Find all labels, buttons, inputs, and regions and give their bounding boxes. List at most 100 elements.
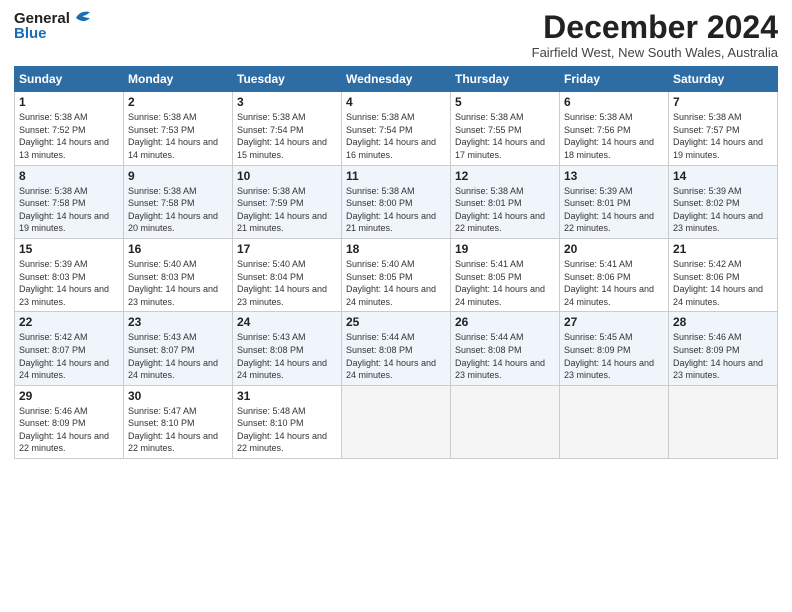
- day-number: 20: [564, 242, 664, 256]
- day-number: 22: [19, 315, 119, 329]
- day-info: Sunrise: 5:48 AMSunset: 8:10 PMDaylight:…: [237, 406, 327, 454]
- day-info: Sunrise: 5:45 AMSunset: 8:09 PMDaylight:…: [564, 332, 654, 380]
- day-number: 7: [673, 95, 773, 109]
- calendar-week-row: 1 Sunrise: 5:38 AMSunset: 7:52 PMDaylight…: [15, 92, 778, 165]
- table-row: 30Sunrise: 5:47 AMSunset: 8:10 PMDayligh…: [124, 385, 233, 458]
- day-info: Sunrise: 5:38 AMSunset: 7:54 PMDaylight:…: [346, 112, 436, 160]
- day-number: 16: [128, 242, 228, 256]
- day-info: Sunrise: 5:38 AMSunset: 7:58 PMDaylight:…: [128, 186, 218, 234]
- day-info: Sunrise: 5:41 AMSunset: 8:05 PMDaylight:…: [455, 259, 545, 307]
- table-row: 19Sunrise: 5:41 AMSunset: 8:05 PMDayligh…: [451, 238, 560, 311]
- day-number: 1: [19, 95, 119, 109]
- table-row: 1 Sunrise: 5:38 AMSunset: 7:52 PMDaylight…: [15, 92, 124, 165]
- table-row: 10 Sunrise: 5:38 AMSunset: 7:59 PMDayligh…: [233, 165, 342, 238]
- table-row: 2Sunrise: 5:38 AMSunset: 7:53 PMDaylight…: [124, 92, 233, 165]
- day-number: 6: [564, 95, 664, 109]
- table-row: 4Sunrise: 5:38 AMSunset: 7:54 PMDaylight…: [342, 92, 451, 165]
- day-info: Sunrise: 5:38 AMSunset: 8:00 PMDaylight:…: [346, 186, 436, 234]
- day-info: Sunrise: 5:38 AMSunset: 7:56 PMDaylight:…: [564, 112, 654, 160]
- day-info: Sunrise: 5:40 AMSunset: 8:03 PMDaylight:…: [128, 259, 218, 307]
- table-row: 6 Sunrise: 5:38 AMSunset: 7:56 PMDaylight…: [560, 92, 669, 165]
- day-number: 12: [455, 169, 555, 183]
- header-tuesday: Tuesday: [233, 67, 342, 92]
- header-sunday: Sunday: [15, 67, 124, 92]
- day-info: Sunrise: 5:46 AMSunset: 8:09 PMDaylight:…: [673, 332, 763, 380]
- table-row: 13Sunrise: 5:39 AMSunset: 8:01 PMDayligh…: [560, 165, 669, 238]
- logo-text-blue: Blue: [14, 26, 47, 43]
- table-row: [342, 385, 451, 458]
- table-row: 15 Sunrise: 5:39 AMSunset: 8:03 PMDayligh…: [15, 238, 124, 311]
- table-row: 3 Sunrise: 5:38 AMSunset: 7:54 PMDaylight…: [233, 92, 342, 165]
- day-number: 3: [237, 95, 337, 109]
- day-info: Sunrise: 5:40 AMSunset: 8:04 PMDaylight:…: [237, 259, 327, 307]
- day-number: 23: [128, 315, 228, 329]
- table-row: 16 Sunrise: 5:40 AMSunset: 8:03 PMDayligh…: [124, 238, 233, 311]
- calendar-table: Sunday Monday Tuesday Wednesday Thursday…: [14, 66, 778, 459]
- day-number: 27: [564, 315, 664, 329]
- day-number: 10: [237, 169, 337, 183]
- table-row: 12Sunrise: 5:38 AMSunset: 8:01 PMDayligh…: [451, 165, 560, 238]
- day-info: Sunrise: 5:42 AMSunset: 8:07 PMDaylight:…: [19, 332, 109, 380]
- day-info: Sunrise: 5:44 AMSunset: 8:08 PMDaylight:…: [455, 332, 545, 380]
- day-info: Sunrise: 5:38 AMSunset: 7:59 PMDaylight:…: [237, 186, 327, 234]
- table-row: 31 Sunrise: 5:48 AMSunset: 8:10 PMDayligh…: [233, 385, 342, 458]
- table-row: 20 Sunrise: 5:41 AMSunset: 8:06 PMDayligh…: [560, 238, 669, 311]
- table-row: 22 Sunrise: 5:42 AMSunset: 8:07 PMDayligh…: [15, 312, 124, 385]
- day-number: 5: [455, 95, 555, 109]
- header-wednesday: Wednesday: [342, 67, 451, 92]
- day-number: 15: [19, 242, 119, 256]
- day-info: Sunrise: 5:39 AMSunset: 8:03 PMDaylight:…: [19, 259, 109, 307]
- day-info: Sunrise: 5:38 AMSunset: 7:53 PMDaylight:…: [128, 112, 218, 160]
- table-row: 17Sunrise: 5:40 AMSunset: 8:04 PMDayligh…: [233, 238, 342, 311]
- day-number: 24: [237, 315, 337, 329]
- day-number: 29: [19, 389, 119, 403]
- title-block: December 2024 Fairfield West, New South …: [532, 10, 778, 60]
- day-info: Sunrise: 5:38 AMSunset: 7:55 PMDaylight:…: [455, 112, 545, 160]
- day-info: Sunrise: 5:39 AMSunset: 8:01 PMDaylight:…: [564, 186, 654, 234]
- day-info: Sunrise: 5:41 AMSunset: 8:06 PMDaylight:…: [564, 259, 654, 307]
- header: General Blue December 2024 Fairfield Wes…: [14, 10, 778, 60]
- day-info: Sunrise: 5:38 AMSunset: 7:58 PMDaylight:…: [19, 186, 109, 234]
- logo: General Blue: [14, 10, 94, 43]
- day-info: Sunrise: 5:38 AMSunset: 7:52 PMDaylight:…: [19, 112, 109, 160]
- day-number: 30: [128, 389, 228, 403]
- table-row: 7 Sunrise: 5:38 AMSunset: 7:57 PMDaylight…: [669, 92, 778, 165]
- day-number: 21: [673, 242, 773, 256]
- day-number: 14: [673, 169, 773, 183]
- day-number: 31: [237, 389, 337, 403]
- table-row: 8 Sunrise: 5:38 AMSunset: 7:58 PMDaylight…: [15, 165, 124, 238]
- table-row: 9 Sunrise: 5:38 AMSunset: 7:58 PMDaylight…: [124, 165, 233, 238]
- day-number: 25: [346, 315, 446, 329]
- calendar-week-row: 29 Sunrise: 5:46 AMSunset: 8:09 PMDayligh…: [15, 385, 778, 458]
- day-info: Sunrise: 5:44 AMSunset: 8:08 PMDaylight:…: [346, 332, 436, 380]
- header-saturday: Saturday: [669, 67, 778, 92]
- page-container: General Blue December 2024 Fairfield Wes…: [0, 0, 792, 469]
- table-row: 14Sunrise: 5:39 AMSunset: 8:02 PMDayligh…: [669, 165, 778, 238]
- table-row: 18 Sunrise: 5:40 AMSunset: 8:05 PMDayligh…: [342, 238, 451, 311]
- table-row: 24Sunrise: 5:43 AMSunset: 8:08 PMDayligh…: [233, 312, 342, 385]
- day-number: 9: [128, 169, 228, 183]
- location-subtitle: Fairfield West, New South Wales, Austral…: [532, 45, 778, 60]
- table-row: 5 Sunrise: 5:38 AMSunset: 7:55 PMDaylight…: [451, 92, 560, 165]
- calendar-week-row: 8 Sunrise: 5:38 AMSunset: 7:58 PMDaylight…: [15, 165, 778, 238]
- table-row: 26 Sunrise: 5:44 AMSunset: 8:08 PMDayligh…: [451, 312, 560, 385]
- table-row: [669, 385, 778, 458]
- table-row: 23 Sunrise: 5:43 AMSunset: 8:07 PMDayligh…: [124, 312, 233, 385]
- calendar-week-row: 15 Sunrise: 5:39 AMSunset: 8:03 PMDayligh…: [15, 238, 778, 311]
- day-info: Sunrise: 5:38 AMSunset: 7:54 PMDaylight:…: [237, 112, 327, 160]
- day-info: Sunrise: 5:46 AMSunset: 8:09 PMDaylight:…: [19, 406, 109, 454]
- header-monday: Monday: [124, 67, 233, 92]
- day-info: Sunrise: 5:43 AMSunset: 8:07 PMDaylight:…: [128, 332, 218, 380]
- logo-bird-icon: [72, 8, 94, 28]
- day-number: 8: [19, 169, 119, 183]
- day-number: 18: [346, 242, 446, 256]
- table-row: 21Sunrise: 5:42 AMSunset: 8:06 PMDayligh…: [669, 238, 778, 311]
- day-number: 28: [673, 315, 773, 329]
- header-thursday: Thursday: [451, 67, 560, 92]
- table-row: 25 Sunrise: 5:44 AMSunset: 8:08 PMDayligh…: [342, 312, 451, 385]
- day-number: 26: [455, 315, 555, 329]
- day-info: Sunrise: 5:38 AMSunset: 7:57 PMDaylight:…: [673, 112, 763, 160]
- month-title: December 2024: [532, 10, 778, 45]
- table-row: 27 Sunrise: 5:45 AMSunset: 8:09 PMDayligh…: [560, 312, 669, 385]
- day-info: Sunrise: 5:40 AMSunset: 8:05 PMDaylight:…: [346, 259, 436, 307]
